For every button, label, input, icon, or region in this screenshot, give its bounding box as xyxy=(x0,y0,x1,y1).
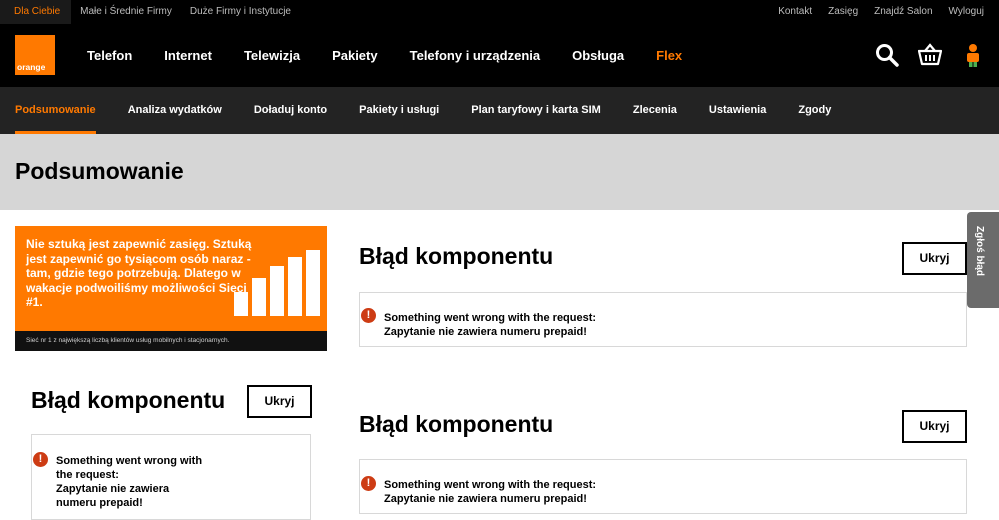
component-error-title: Błąd komponentu xyxy=(31,387,226,413)
error-message-box: ! Something went wrong with the request:… xyxy=(31,434,311,520)
link-wyloguj[interactable]: Wyloguj xyxy=(941,0,999,24)
user-account-icon[interactable] xyxy=(961,43,985,67)
subnav-doladuj-konto[interactable]: Doładuj konto xyxy=(238,87,343,134)
page-title: Podsumowanie xyxy=(15,158,184,184)
report-bug-label: Zgłoś błąd xyxy=(974,226,985,276)
logo-text: orange xyxy=(17,62,46,72)
basket-icon[interactable] xyxy=(918,43,942,67)
subnav-zlecenia[interactable]: Zlecenia xyxy=(617,87,693,134)
error-line-2: Zapytanie nie zawiera numeru prepaid! xyxy=(384,493,587,505)
hide-button[interactable]: Ukryj xyxy=(902,410,967,443)
error-line-1: Something went wrong with the request: xyxy=(384,479,597,491)
banner-footnote: Sieć nr 1 z największą liczbą klientów u… xyxy=(15,331,327,351)
error-line-1: Something went wrong with the request: xyxy=(384,312,597,324)
utility-links: Kontakt Zasięg Znajdź Salon Wyloguj xyxy=(770,0,999,24)
link-znajdz-salon[interactable]: Znajdź Salon xyxy=(866,0,940,24)
error-message-box: ! Something went wrong with the request:… xyxy=(359,459,967,514)
link-kontakt[interactable]: Kontakt xyxy=(770,0,820,24)
subnav-menu: Podsumowanie Analiza wydatków Doładuj ko… xyxy=(0,87,847,134)
report-bug-tab[interactable]: Zgłoś błąd xyxy=(967,212,999,308)
error-icon: ! xyxy=(361,476,376,491)
subnav-zgody[interactable]: Zgody xyxy=(782,87,847,134)
component-error-title: Błąd komponentu xyxy=(359,243,554,269)
error-line-4: numeru prepaid! xyxy=(56,497,143,509)
hide-button[interactable]: Ukryj xyxy=(902,242,967,275)
subnav-podsumowanie[interactable]: Podsumowanie xyxy=(0,87,112,134)
banner-headline: Nie sztuką jest zapewnić zasięg. Sztuką … xyxy=(26,237,252,309)
error-message: Something went wrong with the request: Z… xyxy=(384,478,596,506)
search-icon[interactable] xyxy=(875,43,899,67)
error-line-1: Something went wrong with xyxy=(56,455,203,467)
nav-obsluga[interactable]: Obsługa xyxy=(556,24,640,87)
nav-internet[interactable]: Internet xyxy=(148,24,228,87)
account-subnavigation: Podsumowanie Analiza wydatków Doładuj ko… xyxy=(0,87,999,134)
nav-flex[interactable]: Flex xyxy=(640,24,698,87)
hide-button[interactable]: Ukryj xyxy=(247,385,312,418)
error-message: Something went wrong with the request: Z… xyxy=(384,311,596,339)
orange-logo[interactable]: orange xyxy=(15,35,55,75)
promo-banner[interactable]: Nie sztuką jest zapewnić zasięg. Sztuką … xyxy=(15,226,327,351)
error-line-2: the request: xyxy=(56,469,119,481)
segment-male-i-srednie-firmy[interactable]: Małe i Średnie Firmy xyxy=(71,0,181,24)
error-line-2: Zapytanie nie zawiera numeru prepaid! xyxy=(384,326,587,338)
subnav-ustawienia[interactable]: Ustawienia xyxy=(693,87,782,134)
error-icon: ! xyxy=(361,308,376,323)
nav-pakiety[interactable]: Pakiety xyxy=(316,24,394,87)
nav-telewizja[interactable]: Telewizja xyxy=(228,24,316,87)
segment-dla-ciebie[interactable]: Dla Ciebie xyxy=(0,0,72,24)
main-navigation: orange Telefon Internet Telewizja Pakiet… xyxy=(0,24,999,87)
error-message-box: ! Something went wrong with the request:… xyxy=(359,292,967,347)
error-icon: ! xyxy=(33,452,48,467)
header-icons xyxy=(856,43,985,67)
segment-switcher: Dla Ciebie Małe i Średnie Firmy Duże Fir… xyxy=(0,0,300,24)
error-line-3: Zapytanie nie zawiera xyxy=(56,483,170,495)
subnav-analiza-wydatkow[interactable]: Analiza wydatków xyxy=(112,87,238,134)
link-zasieg[interactable]: Zasięg xyxy=(820,0,866,24)
nav-telefony-i-urzadzenia[interactable]: Telefony i urządzenia xyxy=(394,24,557,87)
nav-telefon[interactable]: Telefon xyxy=(71,24,148,87)
top-utility-bar: Dla Ciebie Małe i Średnie Firmy Duże Fir… xyxy=(0,0,999,24)
subnav-pakiety-i-uslugi[interactable]: Pakiety i usługi xyxy=(343,87,455,134)
segment-duze-firmy[interactable]: Duże Firmy i Instytucje xyxy=(181,0,300,24)
page-title-band: Podsumowanie xyxy=(0,134,999,210)
subnav-plan-taryfowy[interactable]: Plan taryfowy i karta SIM xyxy=(455,87,617,134)
error-message: Something went wrong with the request: Z… xyxy=(56,454,202,510)
main-menu: Telefon Internet Telewizja Pakiety Telef… xyxy=(71,24,698,87)
component-error-title: Błąd komponentu xyxy=(359,411,554,437)
